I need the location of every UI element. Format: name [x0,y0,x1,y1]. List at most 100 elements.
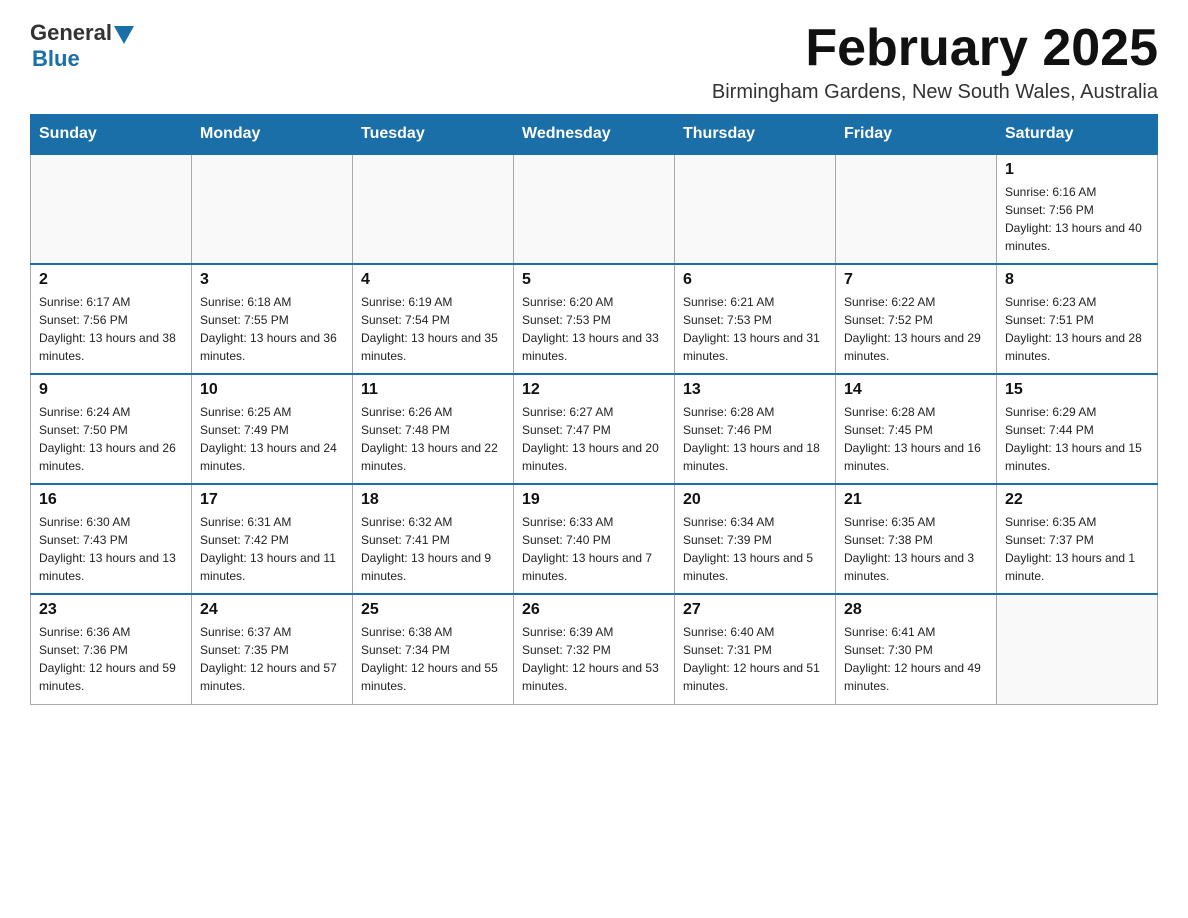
calendar-week-row: 2 Sunrise: 6:17 AM Sunset: 7:56 PM Daylig… [31,264,1158,374]
day-info: Sunrise: 6:35 AM Sunset: 7:38 PM Dayligh… [844,513,988,585]
day-number: 17 [200,491,344,509]
day-number: 14 [844,381,988,399]
calendar-day-cell: 5Sunrise: 6:20 AM Sunset: 7:53 PM Daylig… [514,264,675,374]
calendar-day-cell: 6 Sunrise: 6:21 AM Sunset: 7:53 PM Daylig… [675,264,836,374]
calendar-day-cell: 16 Sunrise: 6:30 AM Sunset: 7:43 PM Dayli… [31,484,192,594]
day-number: 19 [522,491,666,509]
calendar-day-cell: 22Sunrise: 6:35 AM Sunset: 7:37 PM Dayli… [997,484,1158,594]
calendar-day-cell: 17 Sunrise: 6:31 AM Sunset: 7:42 PM Dayli… [192,484,353,594]
calendar-day-cell: 8 Sunrise: 6:23 AM Sunset: 7:51 PM Daylig… [997,264,1158,374]
calendar-day-cell: 9 Sunrise: 6:24 AM Sunset: 7:50 PM Daylig… [31,374,192,484]
day-number: 1 [1005,161,1149,179]
day-info: Sunrise: 6:39 AM Sunset: 7:32 PM Dayligh… [522,623,666,695]
calendar-header-thursday: Thursday [675,115,836,155]
calendar-table: SundayMondayTuesdayWednesdayThursdayFrid… [30,114,1158,705]
day-number: 4 [361,271,505,289]
day-info: Sunrise: 6:33 AM Sunset: 7:40 PM Dayligh… [522,513,666,585]
day-number: 9 [39,381,183,399]
calendar-header-monday: Monday [192,115,353,155]
day-info: Sunrise: 6:18 AM Sunset: 7:55 PM Dayligh… [200,293,344,365]
calendar-header-row: SundayMondayTuesdayWednesdayThursdayFrid… [31,115,1158,155]
day-number: 18 [361,491,505,509]
calendar-day-cell: 13 Sunrise: 6:28 AM Sunset: 7:46 PM Dayli… [675,374,836,484]
day-number: 6 [683,271,827,289]
day-info: Sunrise: 6:21 AM Sunset: 7:53 PM Dayligh… [683,293,827,365]
calendar-day-cell [675,154,836,264]
day-info: Sunrise: 6:25 AM Sunset: 7:49 PM Dayligh… [200,403,344,475]
calendar-day-cell: 12Sunrise: 6:27 AM Sunset: 7:47 PM Dayli… [514,374,675,484]
calendar-day-cell [353,154,514,264]
day-number: 13 [683,381,827,399]
calendar-day-cell: 7 Sunrise: 6:22 AM Sunset: 7:52 PM Daylig… [836,264,997,374]
day-info: Sunrise: 6:26 AM Sunset: 7:48 PM Dayligh… [361,403,505,475]
day-number: 2 [39,271,183,289]
calendar-day-cell: 27 Sunrise: 6:40 AM Sunset: 7:31 PM Dayli… [675,594,836,704]
day-number: 20 [683,491,827,509]
calendar-day-cell: 18 Sunrise: 6:32 AM Sunset: 7:41 PM Dayli… [353,484,514,594]
calendar-header-sunday: Sunday [31,115,192,155]
calendar-day-cell: 10 Sunrise: 6:25 AM Sunset: 7:49 PM Dayli… [192,374,353,484]
calendar-day-cell [514,154,675,264]
logo: General Blue [30,20,134,72]
calendar-day-cell [997,594,1158,704]
day-info: Sunrise: 6:24 AM Sunset: 7:50 PM Dayligh… [39,403,183,475]
calendar-day-cell: 11 Sunrise: 6:26 AM Sunset: 7:48 PM Dayli… [353,374,514,484]
day-number: 25 [361,601,505,619]
day-number: 5 [522,271,666,289]
day-number: 21 [844,491,988,509]
day-number: 15 [1005,381,1149,399]
calendar-week-row: 9 Sunrise: 6:24 AM Sunset: 7:50 PM Daylig… [31,374,1158,484]
day-number: 8 [1005,271,1149,289]
day-number: 28 [844,601,988,619]
day-info: Sunrise: 6:32 AM Sunset: 7:41 PM Dayligh… [361,513,505,585]
day-info: Sunrise: 6:30 AM Sunset: 7:43 PM Dayligh… [39,513,183,585]
day-info: Sunrise: 6:17 AM Sunset: 7:56 PM Dayligh… [39,293,183,365]
day-info: Sunrise: 6:31 AM Sunset: 7:42 PM Dayligh… [200,513,344,585]
day-info: Sunrise: 6:19 AM Sunset: 7:54 PM Dayligh… [361,293,505,365]
day-info: Sunrise: 6:37 AM Sunset: 7:35 PM Dayligh… [200,623,344,695]
calendar-week-row: 1Sunrise: 6:16 AM Sunset: 7:56 PM Daylig… [31,154,1158,264]
calendar-header-tuesday: Tuesday [353,115,514,155]
calendar-day-cell: 19 Sunrise: 6:33 AM Sunset: 7:40 PM Dayli… [514,484,675,594]
day-info: Sunrise: 6:23 AM Sunset: 7:51 PM Dayligh… [1005,293,1149,365]
logo-arrow-icon [114,26,134,44]
day-number: 24 [200,601,344,619]
day-info: Sunrise: 6:36 AM Sunset: 7:36 PM Dayligh… [39,623,183,695]
day-info: Sunrise: 6:29 AM Sunset: 7:44 PM Dayligh… [1005,403,1149,475]
calendar-week-row: 23 Sunrise: 6:36 AM Sunset: 7:36 PM Dayli… [31,594,1158,704]
calendar-header-wednesday: Wednesday [514,115,675,155]
day-info: Sunrise: 6:22 AM Sunset: 7:52 PM Dayligh… [844,293,988,365]
day-number: 27 [683,601,827,619]
day-info: Sunrise: 6:27 AM Sunset: 7:47 PM Dayligh… [522,403,666,475]
day-number: 26 [522,601,666,619]
day-number: 10 [200,381,344,399]
day-number: 11 [361,381,505,399]
calendar-day-cell: 14 Sunrise: 6:28 AM Sunset: 7:45 PM Dayli… [836,374,997,484]
calendar-day-cell: 4 Sunrise: 6:19 AM Sunset: 7:54 PM Daylig… [353,264,514,374]
logo-general-text: General [30,20,112,46]
calendar-day-cell [31,154,192,264]
day-info: Sunrise: 6:28 AM Sunset: 7:46 PM Dayligh… [683,403,827,475]
calendar-day-cell: 3 Sunrise: 6:18 AM Sunset: 7:55 PM Daylig… [192,264,353,374]
calendar-day-cell: 15 Sunrise: 6:29 AM Sunset: 7:44 PM Dayli… [997,374,1158,484]
day-number: 22 [1005,491,1149,509]
day-info: Sunrise: 6:28 AM Sunset: 7:45 PM Dayligh… [844,403,988,475]
calendar-header-saturday: Saturday [997,115,1158,155]
day-number: 7 [844,271,988,289]
day-info: Sunrise: 6:40 AM Sunset: 7:31 PM Dayligh… [683,623,827,695]
calendar-day-cell: 23 Sunrise: 6:36 AM Sunset: 7:36 PM Dayli… [31,594,192,704]
calendar-day-cell: 28Sunrise: 6:41 AM Sunset: 7:30 PM Dayli… [836,594,997,704]
day-info: Sunrise: 6:38 AM Sunset: 7:34 PM Dayligh… [361,623,505,695]
day-number: 3 [200,271,344,289]
calendar-day-cell: 20 Sunrise: 6:34 AM Sunset: 7:39 PM Dayli… [675,484,836,594]
day-number: 23 [39,601,183,619]
calendar-day-cell: 2 Sunrise: 6:17 AM Sunset: 7:56 PM Daylig… [31,264,192,374]
calendar-day-cell [192,154,353,264]
day-info: Sunrise: 6:34 AM Sunset: 7:39 PM Dayligh… [683,513,827,585]
page-header: General Blue February 2025 Birmingham Ga… [30,20,1158,104]
calendar-day-cell: 24 Sunrise: 6:37 AM Sunset: 7:35 PM Dayli… [192,594,353,704]
calendar-day-cell: 26 Sunrise: 6:39 AM Sunset: 7:32 PM Dayli… [514,594,675,704]
calendar-day-cell: 1Sunrise: 6:16 AM Sunset: 7:56 PM Daylig… [997,154,1158,264]
calendar-day-cell: 25 Sunrise: 6:38 AM Sunset: 7:34 PM Dayli… [353,594,514,704]
day-number: 16 [39,491,183,509]
